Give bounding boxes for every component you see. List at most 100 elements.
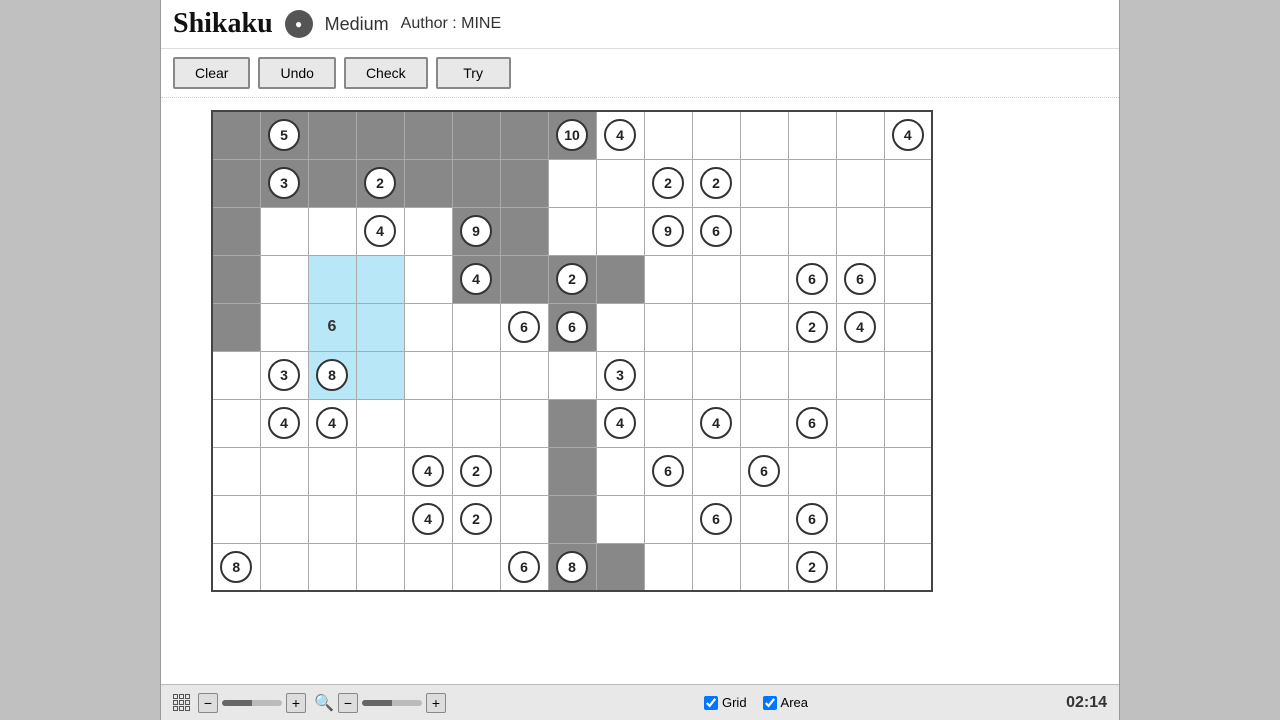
- cell-r6c4[interactable]: [404, 399, 452, 447]
- cell-r5c12[interactable]: [788, 351, 836, 399]
- cell-r9c1[interactable]: [260, 543, 308, 591]
- cell-r5c11[interactable]: [740, 351, 788, 399]
- cell-r7c11[interactable]: 6: [740, 447, 788, 495]
- magnifier-slider[interactable]: [362, 700, 422, 706]
- cell-r6c3[interactable]: [356, 399, 404, 447]
- cell-r5c0[interactable]: [212, 351, 260, 399]
- cell-r1c14[interactable]: [884, 159, 932, 207]
- cell-r3c14[interactable]: [884, 255, 932, 303]
- cell-r1c10[interactable]: 2: [692, 159, 740, 207]
- cell-r6c6[interactable]: [500, 399, 548, 447]
- cell-r1c12[interactable]: [788, 159, 836, 207]
- cell-r1c1[interactable]: 3: [260, 159, 308, 207]
- check-button[interactable]: Check: [344, 57, 428, 89]
- cell-r4c3[interactable]: [356, 303, 404, 351]
- cell-r5c5[interactable]: [452, 351, 500, 399]
- cell-r2c4[interactable]: [404, 207, 452, 255]
- cell-r7c0[interactable]: [212, 447, 260, 495]
- cell-r3c5[interactable]: 4: [452, 255, 500, 303]
- cell-r1c4[interactable]: [404, 159, 452, 207]
- zoom-slider[interactable]: [222, 700, 282, 706]
- magnifier-in-button[interactable]: +: [426, 693, 446, 713]
- cell-r6c11[interactable]: [740, 399, 788, 447]
- cell-r0c8[interactable]: 4: [596, 111, 644, 159]
- cell-r7c14[interactable]: [884, 447, 932, 495]
- cell-r6c13[interactable]: [836, 399, 884, 447]
- cell-r9c11[interactable]: [740, 543, 788, 591]
- cell-r5c2[interactable]: 8: [308, 351, 356, 399]
- cell-r3c4[interactable]: [404, 255, 452, 303]
- cell-r3c7[interactable]: 2: [548, 255, 596, 303]
- cell-r4c11[interactable]: [740, 303, 788, 351]
- cell-r9c7[interactable]: 8: [548, 543, 596, 591]
- cell-r0c10[interactable]: [692, 111, 740, 159]
- cell-r1c8[interactable]: [596, 159, 644, 207]
- cell-r2c12[interactable]: [788, 207, 836, 255]
- cell-r7c5[interactable]: 2: [452, 447, 500, 495]
- cell-r2c6[interactable]: [500, 207, 548, 255]
- cell-r6c2[interactable]: 4: [308, 399, 356, 447]
- cell-r4c10[interactable]: [692, 303, 740, 351]
- cell-r0c11[interactable]: [740, 111, 788, 159]
- cell-r4c9[interactable]: [644, 303, 692, 351]
- area-checkbox[interactable]: [763, 696, 777, 710]
- cell-r1c7[interactable]: [548, 159, 596, 207]
- cell-r7c4[interactable]: 4: [404, 447, 452, 495]
- cell-r5c3[interactable]: [356, 351, 404, 399]
- cell-r3c1[interactable]: [260, 255, 308, 303]
- cell-r8c0[interactable]: [212, 495, 260, 543]
- cell-r6c14[interactable]: [884, 399, 932, 447]
- cell-r8c4[interactable]: 4: [404, 495, 452, 543]
- cell-r3c2[interactable]: [308, 255, 356, 303]
- cell-r4c2[interactable]: 6: [308, 303, 356, 351]
- cell-r0c3[interactable]: [356, 111, 404, 159]
- cell-r1c11[interactable]: [740, 159, 788, 207]
- cell-r8c1[interactable]: [260, 495, 308, 543]
- cell-r2c7[interactable]: [548, 207, 596, 255]
- cell-r8c13[interactable]: [836, 495, 884, 543]
- cell-r5c14[interactable]: [884, 351, 932, 399]
- cell-r7c8[interactable]: [596, 447, 644, 495]
- cell-r9c14[interactable]: [884, 543, 932, 591]
- cell-r4c5[interactable]: [452, 303, 500, 351]
- cell-r4c4[interactable]: [404, 303, 452, 351]
- cell-r2c0[interactable]: [212, 207, 260, 255]
- cell-r7c13[interactable]: [836, 447, 884, 495]
- cell-r4c1[interactable]: [260, 303, 308, 351]
- cell-r3c10[interactable]: [692, 255, 740, 303]
- cell-r8c10[interactable]: 6: [692, 495, 740, 543]
- cell-r0c5[interactable]: [452, 111, 500, 159]
- cell-r9c13[interactable]: [836, 543, 884, 591]
- cell-r8c2[interactable]: [308, 495, 356, 543]
- cell-r9c6[interactable]: 6: [500, 543, 548, 591]
- grid-checkbox[interactable]: [704, 696, 718, 710]
- cell-r1c6[interactable]: [500, 159, 548, 207]
- cell-r2c3[interactable]: 4: [356, 207, 404, 255]
- grid-view-icon[interactable]: [173, 694, 190, 711]
- cell-r4c8[interactable]: [596, 303, 644, 351]
- cell-r0c0[interactable]: [212, 111, 260, 159]
- cell-r6c12[interactable]: 6: [788, 399, 836, 447]
- cell-r0c4[interactable]: [404, 111, 452, 159]
- cell-r9c4[interactable]: [404, 543, 452, 591]
- cell-r7c9[interactable]: 6: [644, 447, 692, 495]
- cell-r0c7[interactable]: 10: [548, 111, 596, 159]
- cell-r5c13[interactable]: [836, 351, 884, 399]
- cell-r6c0[interactable]: [212, 399, 260, 447]
- zoom-out-button[interactable]: −: [198, 693, 218, 713]
- cell-r9c9[interactable]: [644, 543, 692, 591]
- cell-r2c11[interactable]: [740, 207, 788, 255]
- cell-r1c2[interactable]: [308, 159, 356, 207]
- cell-r6c10[interactable]: 4: [692, 399, 740, 447]
- cell-r9c8[interactable]: [596, 543, 644, 591]
- cell-r2c1[interactable]: [260, 207, 308, 255]
- cell-r5c1[interactable]: 3: [260, 351, 308, 399]
- cell-r0c13[interactable]: [836, 111, 884, 159]
- cell-r5c4[interactable]: [404, 351, 452, 399]
- area-checkbox-label[interactable]: Area: [763, 695, 808, 710]
- cell-r7c1[interactable]: [260, 447, 308, 495]
- cell-r4c7[interactable]: 6: [548, 303, 596, 351]
- cell-r1c3[interactable]: 2: [356, 159, 404, 207]
- cell-r2c8[interactable]: [596, 207, 644, 255]
- cell-r9c2[interactable]: [308, 543, 356, 591]
